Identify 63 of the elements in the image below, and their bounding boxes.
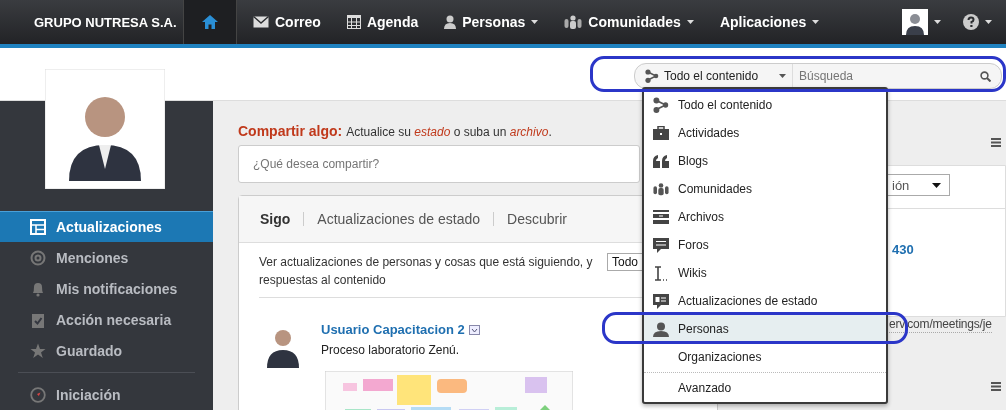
text-cursor-icon — [653, 265, 669, 281]
menu-item[interactable]: Actividades — [644, 119, 886, 147]
sidebar-item[interactable]: Guardado — [0, 335, 213, 366]
calendar-icon — [346, 15, 361, 29]
caret-icon — [985, 20, 992, 24]
nav-menu-item[interactable]: Comunidades — [556, 0, 712, 44]
group-icon — [653, 182, 669, 196]
speech-bubble-icon — [653, 237, 669, 253]
file-cabinet-icon — [653, 210, 669, 224]
nav-menu-item[interactable]: Aplicaciones — [711, 0, 838, 44]
nav-menu-item[interactable]: Agenda — [338, 0, 437, 44]
sidebar-item[interactable]: Menciones — [0, 242, 213, 273]
sidebar-item[interactable]: Acción necesaria — [0, 304, 213, 335]
menu-item[interactable]: Blogs — [644, 147, 886, 175]
compass-icon — [30, 386, 46, 403]
brand-name: GRUPO NUTRESA S.A. — [34, 14, 178, 30]
bell-icon — [30, 280, 46, 297]
quote-icon — [653, 154, 669, 168]
menu-item[interactable]: Actualizaciones de estado — [644, 287, 886, 315]
briefcase-icon — [653, 126, 669, 140]
person-icon — [444, 15, 457, 29]
nav-menu-item[interactable]: Personas — [436, 0, 557, 44]
news-feed-icon — [30, 219, 46, 235]
share-heading: Compartir algo: — [238, 123, 343, 139]
menu-item[interactable]: Todo el contenido — [644, 91, 886, 119]
share-input-field[interactable]: ¿Qué desea compartir? — [238, 145, 640, 183]
filter-description: Ver actualizaciones de personas y cosas que está siguiendo, y respuestas al contenido — [259, 254, 594, 289]
menu-item[interactable]: Avanzado — [644, 374, 886, 402]
menu-item[interactable]: Organizaciones — [644, 343, 886, 371]
menu-item[interactable]: Archivos — [644, 203, 886, 231]
group-icon — [564, 15, 583, 29]
share-prompt-text: Actualice su estado o suba un archivo. — [346, 125, 552, 139]
profile-menu-button[interactable] — [902, 9, 941, 35]
feed-tab[interactable]: Sigo — [247, 211, 304, 227]
menu-icon[interactable] — [991, 138, 1001, 147]
envelope-icon — [253, 16, 269, 28]
caret-icon — [934, 20, 941, 24]
search-icon — [980, 70, 991, 82]
post-text: Proceso laboratorio Zenú. — [321, 343, 461, 357]
sidebar-item[interactable]: Iniciación — [0, 379, 213, 410]
home-icon — [202, 15, 218, 29]
card-icon[interactable] — [468, 324, 480, 335]
search-field[interactable]: Todo el contenido Búsqueda — [634, 63, 1002, 89]
feed-tab[interactable]: Actualizaciones de estado — [304, 211, 493, 227]
caret-icon — [779, 74, 786, 78]
caret-icon — [932, 182, 941, 188]
clipboard-check-icon — [30, 311, 46, 328]
nav-menu-item[interactable]: Correo — [245, 0, 339, 44]
meeting-link[interactable]: 430 — [892, 242, 914, 257]
help-icon — [963, 14, 979, 30]
person-icon — [653, 321, 669, 337]
home-button[interactable] — [183, 0, 237, 44]
id-card-icon — [653, 293, 669, 309]
menu-item[interactable]: Personas — [644, 315, 886, 343]
author-link[interactable]: Usuario Capacitacion 2 — [321, 322, 465, 337]
star-icon — [30, 342, 46, 359]
sidebar-item[interactable]: Actualizaciones — [0, 211, 213, 242]
network-icon — [645, 69, 659, 83]
network-icon — [653, 97, 669, 113]
sidebar-item[interactable]: Mis notificaciones — [0, 273, 213, 304]
feed-tab[interactable]: Descubrir — [494, 211, 580, 227]
menu-icon[interactable] — [991, 382, 1001, 391]
avatar-icon — [902, 9, 928, 35]
